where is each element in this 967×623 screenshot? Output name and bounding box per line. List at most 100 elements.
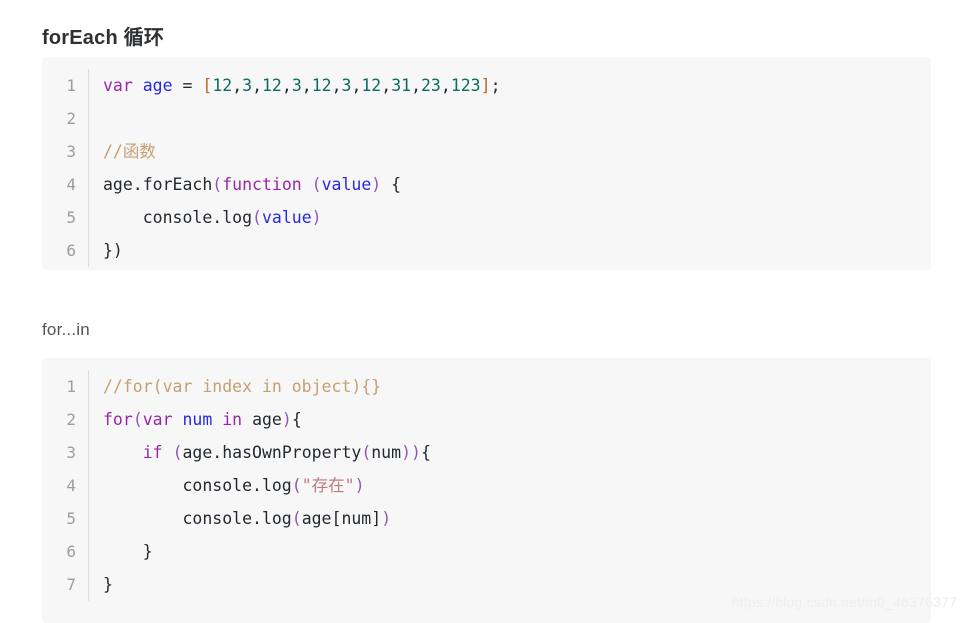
code-line: 2 xyxy=(42,102,931,135)
code-text[interactable]: //函数 xyxy=(89,135,156,168)
code-text[interactable]: } xyxy=(89,535,153,568)
code-line: 2 for(var num in age){ xyxy=(42,403,931,436)
code-token: 31 xyxy=(391,76,412,95)
code-token: value xyxy=(321,175,372,194)
line-number: 4 xyxy=(66,175,76,194)
code-line: 3 if (age.hasOwnProperty(num)){ xyxy=(42,436,931,469)
code-block-forin[interactable]: 1 //for(var index in object){} 2 for(var nu… xyxy=(42,358,931,623)
code-token: ( xyxy=(361,443,372,462)
code-token: 3 xyxy=(242,76,253,95)
code-line: 5 console.log(value) xyxy=(42,201,931,234)
code-token: ) xyxy=(411,443,421,462)
code-token: if xyxy=(142,443,163,462)
code-token: in xyxy=(222,410,243,429)
code-token: console.log xyxy=(103,208,253,227)
line-number: 6 xyxy=(66,241,76,260)
code-token: ) xyxy=(311,208,322,227)
code-line: 6}) xyxy=(42,234,931,267)
code-token: function xyxy=(222,175,302,194)
code-token: 12 xyxy=(262,76,282,95)
code-token: ( xyxy=(132,410,143,429)
line-number: 1 xyxy=(66,377,76,396)
code-token: ( xyxy=(291,509,302,528)
code-text[interactable]: console.log(age[num]) xyxy=(89,502,391,535)
code-token: 12 xyxy=(361,76,382,95)
line-number: 3 xyxy=(66,142,76,161)
code-token: 3 xyxy=(291,76,302,95)
line-number: 7 xyxy=(66,575,76,594)
code-token: age xyxy=(301,509,332,528)
code-token: , xyxy=(331,76,342,95)
code-token: num xyxy=(341,509,372,528)
code-token: 12 xyxy=(212,76,233,95)
code-token: [ xyxy=(331,509,342,528)
code-text[interactable]: if (age.hasOwnProperty(num)){ xyxy=(89,436,431,469)
watermark-url: https://blog.csdn.net/m0_46376377 xyxy=(731,594,957,610)
code-text[interactable] xyxy=(89,102,113,135)
code-token: , xyxy=(252,76,262,95)
line-number: 2 xyxy=(66,410,76,429)
code-token: ( xyxy=(252,208,262,227)
code-token: , xyxy=(381,76,392,95)
code-token: console.log xyxy=(103,476,292,495)
code-token: , xyxy=(411,76,421,95)
code-token: , xyxy=(281,76,292,95)
code-block-foreach[interactable]: 1 var age = [12,3,12,3,12,3,12,31,23,123]… xyxy=(42,57,931,270)
code-token: , xyxy=(351,76,362,95)
code-token: //函数 xyxy=(103,142,156,161)
code-text[interactable]: }) xyxy=(89,234,123,267)
code-lines-forin: 1 //for(var index in object){} 2 for(var nu… xyxy=(42,358,931,613)
code-token: age xyxy=(252,410,282,429)
code-token: age.hasOwnProperty xyxy=(182,443,362,462)
code-token: 23 xyxy=(421,76,441,95)
code-token: ( xyxy=(291,476,302,495)
code-token: ( xyxy=(311,175,322,194)
code-token: { xyxy=(420,443,431,462)
code-token: age xyxy=(142,76,173,95)
code-text[interactable]: //for(var index in object){} xyxy=(89,370,381,403)
code-token: , xyxy=(301,76,312,95)
line-number: 3 xyxy=(66,443,76,462)
code-text[interactable]: age.forEach(function (value) { xyxy=(89,168,401,201)
code-token: [ xyxy=(202,76,213,95)
code-token: "存在" xyxy=(301,476,355,495)
code-token: ] xyxy=(480,76,491,95)
code-text[interactable]: console.log("存在") xyxy=(89,469,365,502)
line-number: 4 xyxy=(66,476,76,495)
section-title-forin: for...in xyxy=(42,320,90,339)
code-token: //for(var index in object){} xyxy=(103,377,382,396)
code-token: ) xyxy=(401,443,411,462)
code-token: value xyxy=(261,208,312,227)
code-text[interactable]: } xyxy=(89,568,113,601)
code-line: 4 console.log("存在") xyxy=(42,469,931,502)
code-token: } xyxy=(103,542,153,561)
code-token: }) xyxy=(103,241,123,260)
code-token: ) xyxy=(354,476,365,495)
code-token: { xyxy=(291,410,302,429)
code-token: ) xyxy=(381,509,392,528)
line-number: 1 xyxy=(66,76,76,95)
code-line: 4 age.forEach(function (value) { xyxy=(42,168,931,201)
code-token: } xyxy=(103,575,113,594)
code-token: ( xyxy=(212,175,223,194)
code-text[interactable]: console.log(value) xyxy=(89,201,322,234)
code-line: 1 //for(var index in object){} xyxy=(42,370,931,403)
code-text[interactable]: var age = [12,3,12,3,12,3,12,31,23,123]; xyxy=(89,69,501,102)
code-token: 123 xyxy=(450,76,481,95)
code-token: , xyxy=(232,76,243,95)
code-token: console.log xyxy=(103,509,292,528)
line-number: 5 xyxy=(66,509,76,528)
code-token: ) xyxy=(371,175,382,194)
code-lines-foreach: 1 var age = [12,3,12,3,12,3,12,31,23,123]… xyxy=(42,57,931,270)
code-token: ) xyxy=(281,410,292,429)
code-token: num xyxy=(182,410,213,429)
code-text[interactable]: for(var num in age){ xyxy=(89,403,302,436)
